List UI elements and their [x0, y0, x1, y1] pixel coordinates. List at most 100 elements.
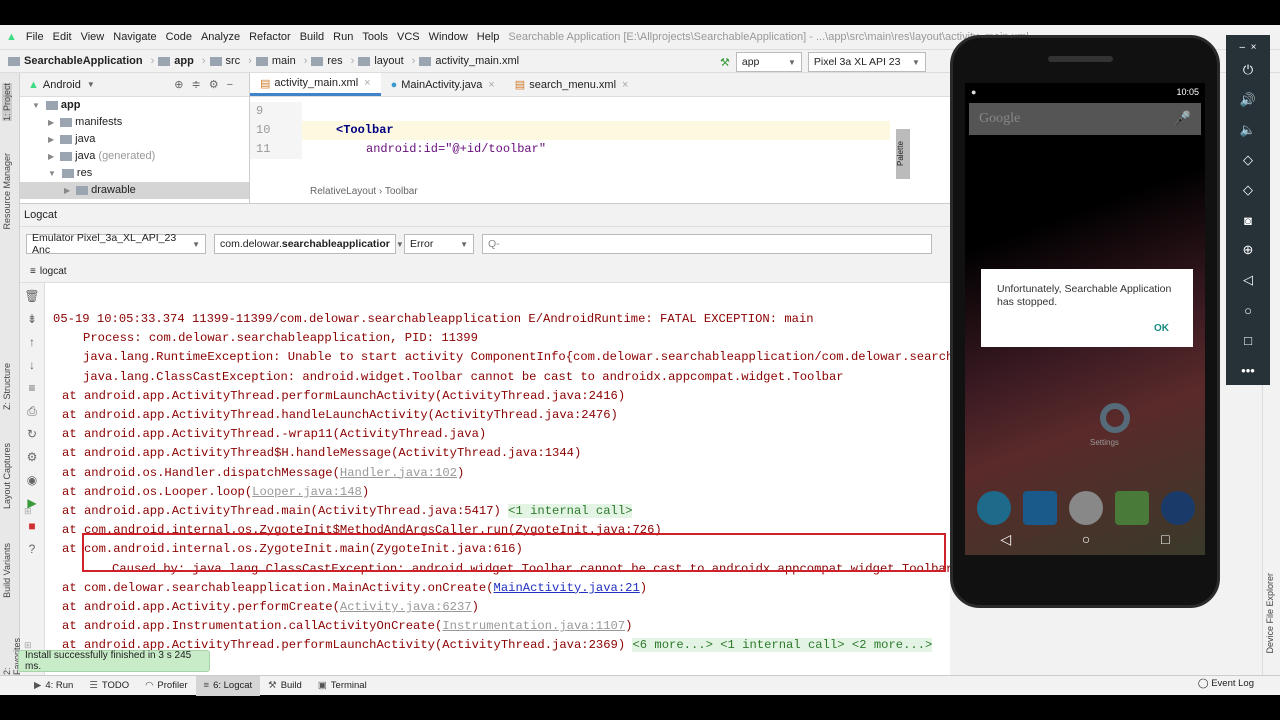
source-link[interactable]: Handler.java:102 — [340, 466, 457, 480]
settings-icon[interactable] — [1100, 403, 1130, 433]
fold-toggle-icon[interactable]: ⊞ — [24, 640, 32, 651]
source-link[interactable]: Looper.java:148 — [252, 485, 362, 499]
menu-refactor[interactable]: Refactor — [249, 31, 291, 43]
minimize-close-icons[interactable]: – × — [1240, 39, 1257, 55]
event-log-button[interactable]: ◯ Event Log — [1198, 678, 1254, 689]
folded-frames[interactable]: <6 more...> <1 internal call> <2 more...… — [632, 638, 933, 653]
close-tab-icon[interactable]: × — [622, 79, 628, 91]
project-panel-actions[interactable]: ⊕≑⚙− — [174, 78, 241, 91]
run-config-dropdown[interactable]: app ▼ — [735, 52, 802, 72]
contacts-app-icon[interactable] — [1023, 491, 1057, 525]
overview-icon[interactable]: □ — [1244, 325, 1252, 355]
project-tool-tab[interactable]: 1: Project — [2, 83, 12, 122]
menu-vcs[interactable]: VCS — [397, 31, 420, 43]
layout-captures-tab[interactable]: Layout Captures — [2, 443, 12, 509]
menu-code[interactable]: Code — [166, 31, 192, 43]
source-link[interactable]: Activity.java:6237 — [340, 600, 472, 614]
build-variants-tab[interactable]: Build Variants — [2, 543, 12, 598]
expand-arrow-icon[interactable]: ▶ — [48, 118, 54, 127]
tree-item[interactable]: ▶ manifests — [20, 114, 249, 131]
mic-icon[interactable]: 🎤 — [1174, 111, 1191, 128]
home-icon[interactable]: ○ — [1244, 295, 1252, 325]
messaging-app-icon[interactable] — [1115, 491, 1149, 525]
more-icon[interactable]: ••• — [1241, 355, 1255, 385]
back-icon[interactable]: ◁ — [1243, 265, 1253, 295]
menu-file[interactable]: File — [26, 31, 44, 43]
home-icon[interactable]: ○ — [1082, 531, 1090, 548]
camera-icon[interactable]: ◙ — [1244, 205, 1252, 235]
close-tab-icon[interactable]: × — [364, 77, 370, 89]
breadcrumb-item[interactable]: main — [255, 55, 300, 67]
browser-app-icon[interactable] — [1161, 491, 1195, 525]
expand-arrow-icon[interactable]: ▼ — [32, 101, 40, 110]
recents-icon[interactable]: □ — [1161, 531, 1169, 548]
code-line[interactable]: 10 <Toolbar — [250, 121, 890, 140]
expand-arrow-icon[interactable]: ▶ — [48, 135, 54, 144]
code-line[interactable]: 11 android:id="@+id/toolbar" — [250, 140, 890, 159]
logcat-output[interactable]: 05-19 10:05:33.374 11399-11399/com.delow… — [45, 283, 950, 675]
resource-manager-tab[interactable]: Resource Manager — [2, 153, 12, 230]
tool-window-run[interactable]: ▶ 4: Run — [26, 676, 81, 696]
rotate-right-icon[interactable]: ◇ — [1243, 175, 1253, 205]
tree-item[interactable]: ▶ java (generated) — [20, 148, 249, 165]
dialog-ok-button[interactable]: OK — [1154, 322, 1169, 335]
tree-item[interactable]: ▶ java — [20, 131, 249, 148]
phone-app-icon[interactable] — [977, 491, 1011, 525]
project-view-dropdown[interactable]: Android — [43, 79, 81, 91]
fold-toggle-icon[interactable]: ⊞ — [24, 506, 32, 517]
volume-up-icon[interactable]: 🔊 — [1240, 85, 1256, 115]
logcat-tab[interactable]: ≡ logcat — [20, 261, 950, 283]
menu-run[interactable]: Run — [333, 31, 353, 43]
menu-analyze[interactable]: Analyze — [201, 31, 240, 43]
power-icon[interactable]: ⏻ — [1243, 55, 1253, 85]
tree-item[interactable]: ▼ app — [20, 97, 249, 114]
editor-tab[interactable]: ▤ search_menu.xml × — [505, 73, 639, 96]
back-icon[interactable]: ◁ — [1000, 531, 1011, 548]
menu-build[interactable]: Build — [300, 31, 324, 43]
expand-arrow-icon[interactable]: ▶ — [64, 186, 70, 195]
google-search-bar[interactable]: Google 🎤 — [969, 103, 1201, 135]
palette-tab[interactable]: Palette — [896, 129, 910, 179]
breadcrumb-item[interactable]: layout — [358, 55, 407, 67]
breadcrumb-item[interactable]: app — [158, 55, 198, 67]
device-dropdown[interactable]: Pixel 3a XL API 23 ▼ — [807, 52, 926, 72]
menu-window[interactable]: Window — [429, 31, 468, 43]
breadcrumb-item[interactable]: res — [311, 55, 346, 67]
tool-window-logcat[interactable]: ≡ 6: Logcat — [195, 675, 261, 696]
folded-frames[interactable]: <1 internal call> — [508, 504, 633, 518]
menu-edit[interactable]: Edit — [53, 31, 72, 43]
menu-view[interactable]: View — [81, 31, 105, 43]
expand-arrow-icon[interactable]: ▶ — [48, 152, 54, 161]
menu-tools[interactable]: Tools — [362, 31, 388, 43]
editor-tab[interactable]: ● MainActivity.java × — [381, 73, 505, 96]
logcat-actions[interactable]: 🗑 ⇟ ↑ ↓ ≡ ⎙ ↻ ⚙ ◉ ▶ ■? — [20, 283, 44, 561]
rotate-left-icon[interactable]: ◇ — [1243, 145, 1253, 175]
source-link[interactable]: MainActivity.java:21 — [494, 581, 640, 595]
menu-help[interactable]: Help — [477, 31, 500, 43]
breadcrumb-item[interactable]: activity_main.xml — [419, 55, 523, 67]
close-tab-icon[interactable]: × — [488, 79, 494, 91]
device-selector[interactable]: Emulator Pixel_3a_XL_API_23 Anc ▼ — [26, 232, 206, 256]
tool-window-todo[interactable]: ☰ TODO — [81, 676, 137, 696]
source-link[interactable]: Instrumentation.java:1107 — [442, 619, 625, 633]
expand-arrow-icon[interactable]: ▼ — [48, 169, 56, 178]
tool-window-profiler[interactable]: ◠ Profiler — [137, 676, 195, 696]
app-drawer-icon[interactable] — [1069, 491, 1103, 525]
code-line[interactable]: 9 — [250, 102, 890, 121]
editor-tab[interactable]: ▤ activity_main.xml × — [250, 73, 381, 96]
volume-down-icon[interactable]: 🔈 — [1240, 115, 1256, 145]
process-selector[interactable]: com.delowar.searchableapplicatior ▼ — [214, 234, 404, 254]
breadcrumb-item[interactable]: src — [209, 55, 245, 67]
emulator-screen[interactable]: ● 10:05 Google 🎤 Unfortunately, Searchabl… — [965, 83, 1205, 555]
zoom-icon[interactable]: ⊕ — [1243, 235, 1254, 265]
menu-navigate[interactable]: Navigate — [113, 31, 156, 43]
breadcrumb-item[interactable]: SearchableApplication — [8, 55, 147, 67]
tool-window-terminal[interactable]: ▣ Terminal — [310, 676, 375, 696]
tree-item[interactable]: ▼ res — [20, 165, 249, 182]
log-level-selector[interactable]: Error ▼ — [404, 234, 474, 254]
structure-tab[interactable]: Z: Structure — [2, 363, 12, 410]
tool-window-build[interactable]: ⚒ Build — [260, 676, 310, 696]
build-hammer-icon[interactable]: ⚒ — [720, 56, 730, 69]
device-file-explorer-tab[interactable]: Device File Explorer — [1265, 573, 1275, 654]
tree-item[interactable]: ▶ drawable — [20, 182, 249, 199]
